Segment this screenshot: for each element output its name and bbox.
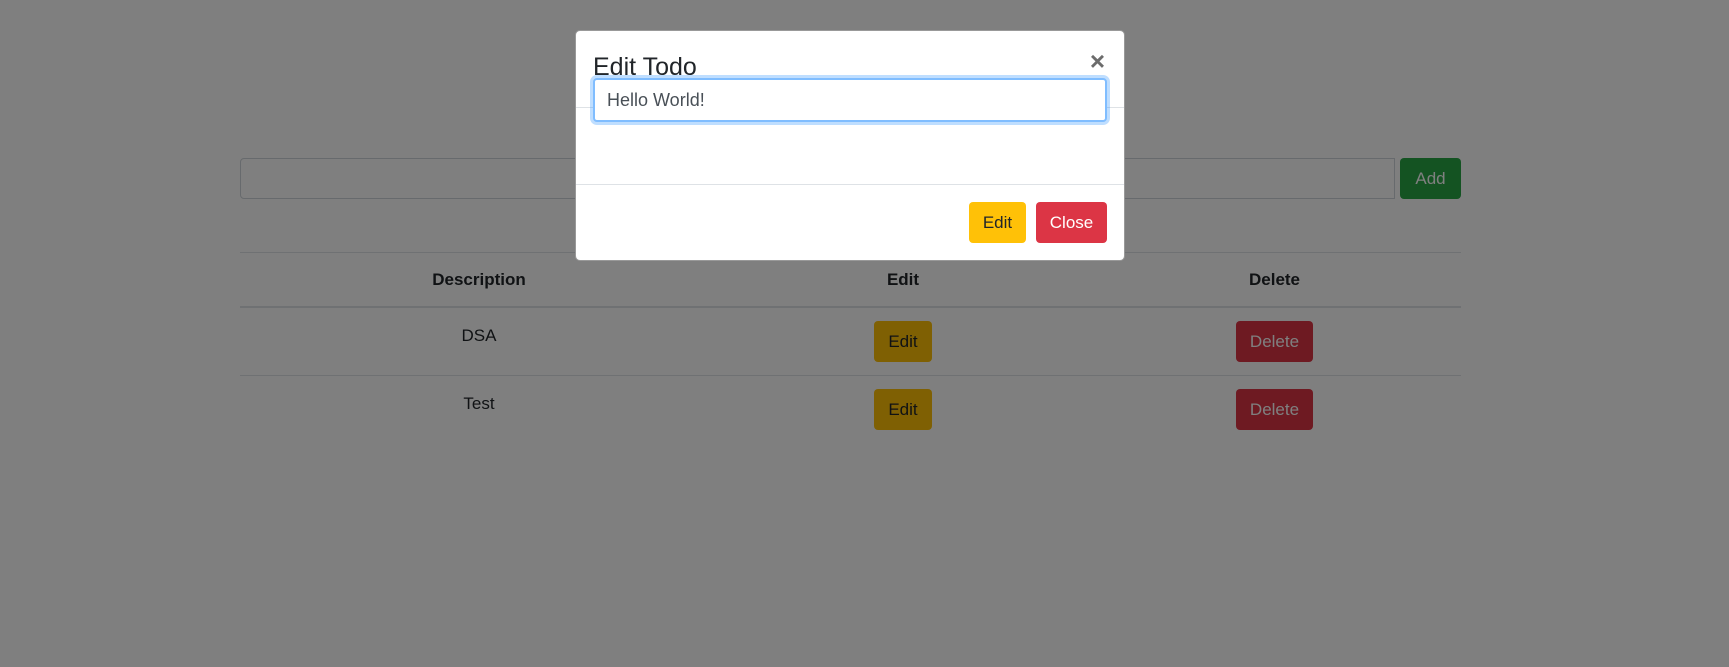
todo-app-page: Add Description Edit Delete DSA Edit Del… [0,0,1729,667]
close-icon[interactable]: × [1090,46,1105,76]
edit-todo-modal: Edit Todo × Edit Close [575,30,1125,261]
modal-footer-divider [576,184,1124,185]
modal-edit-button[interactable]: Edit [969,202,1026,243]
modal-close-button[interactable]: Close [1036,202,1107,243]
edit-todo-input[interactable] [593,78,1107,122]
